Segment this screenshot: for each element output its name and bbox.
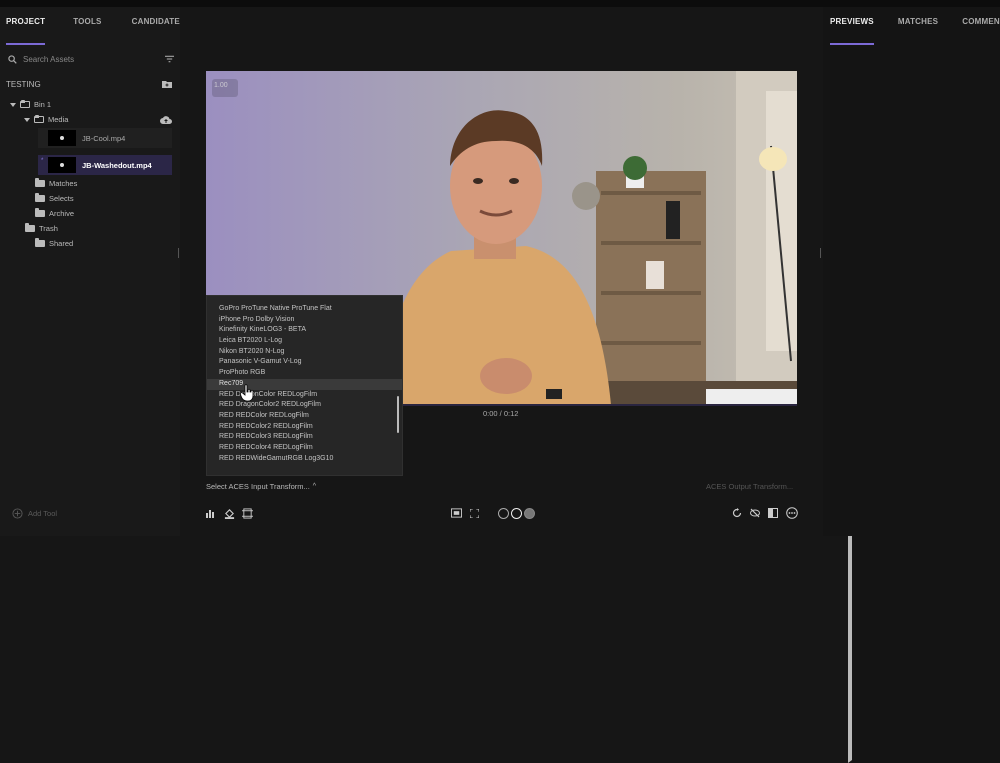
timecode: 0:00 / 0:12 — [483, 409, 519, 418]
tree-folder-matches[interactable]: Matches — [35, 176, 77, 191]
input-transform-select[interactable]: Select ACES Input Transform... ^ — [206, 482, 316, 491]
dropdown-option[interactable]: RED REDColor2 REDLogFilm — [207, 422, 402, 433]
tree-folder-archive[interactable]: Archive — [35, 206, 74, 221]
clip-thumbnail — [48, 157, 76, 173]
dropdown-option[interactable]: Kinefinity KineLOG3 - BETA — [207, 325, 402, 336]
compare-circle-3[interactable] — [524, 508, 535, 519]
tab-project[interactable]: PROJECT — [6, 7, 46, 45]
input-transform-label: Select ACES Input Transform... — [206, 482, 310, 491]
zoom-badge: 1.00 — [214, 82, 228, 89]
color-fill-icon[interactable] — [224, 508, 235, 519]
tree-bin[interactable]: Bin 1 — [10, 97, 51, 112]
tree-folder-trash[interactable]: Trash — [25, 221, 1000, 763]
add-circle-icon — [12, 508, 23, 519]
folder-icon — [34, 115, 44, 123]
tab-candidates[interactable]: CANDIDATES — [132, 7, 186, 37]
folder-label: Trash — [39, 224, 58, 233]
chevron-down-icon[interactable] — [10, 102, 16, 107]
folder-icon — [35, 238, 45, 247]
dropdown-option[interactable]: Panasonic V-Gamut V-Log — [207, 357, 402, 368]
add-tool-button[interactable]: Add Tool — [12, 508, 57, 519]
dropdown-option[interactable]: RED REDWideGamutRGB Log3G10 — [207, 454, 402, 465]
folder-icon — [35, 178, 45, 187]
clip-jb-washedout[interactable]: JB-Washedout.mp4 — [38, 155, 172, 175]
tab-matches[interactable]: MATCHES — [898, 7, 938, 37]
aspect-frame-icon[interactable] — [451, 508, 462, 518]
dropdown-scrollbar[interactable] — [397, 396, 399, 433]
dropdown-option[interactable]: RED REDColor3 REDLogFilm — [207, 432, 402, 443]
tab-previews[interactable]: PREVIEWS — [830, 7, 874, 45]
clip-name: JB-Cool.mp4 — [82, 133, 126, 143]
add-tool-label: Add Tool — [28, 509, 58, 518]
folder-label: Selects — [49, 194, 74, 203]
folder-label: Shared — [49, 239, 74, 248]
tree-folder-shared[interactable]: Shared — [35, 236, 73, 251]
clip-jb-cool[interactable]: JB-Cool.mp4 — [38, 128, 172, 148]
dropdown-option[interactable]: RED DragonColor2 REDLogFilm — [207, 400, 402, 411]
film-strip-icon[interactable] — [242, 508, 253, 519]
folder-label: Matches — [49, 179, 78, 188]
clip-name: JB-Washedout.mp4 — [82, 160, 152, 170]
dropdown-option-highlighted[interactable]: Rec709 — [207, 378, 402, 390]
folder-label: Archive — [49, 209, 75, 218]
new-folder-icon[interactable] — [162, 80, 172, 88]
dropdown-option[interactable]: RED REDColor4 REDLogFilm — [207, 443, 402, 454]
chevron-up-icon: ^ — [312, 483, 317, 490]
top-bar — [0, 0, 1000, 7]
star-icon: * — [41, 158, 44, 164]
search-icon — [8, 54, 17, 64]
filter-icon[interactable] — [165, 55, 174, 63]
histogram-icon[interactable] — [206, 509, 216, 518]
cloud-upload-icon[interactable] — [160, 116, 172, 124]
folder-icon — [20, 100, 30, 108]
tree-bin-label: Bin 1 — [34, 100, 52, 109]
dropdown-option[interactable]: ProPhoto RGB — [207, 368, 402, 379]
tree-media-label: Media — [48, 115, 69, 124]
split-view-icon[interactable] — [768, 508, 778, 518]
dropdown-option[interactable]: RED REDColor REDLogFilm — [207, 411, 402, 422]
folder-icon — [25, 223, 35, 232]
search-bar[interactable]: Search Assets — [8, 51, 174, 67]
tab-tools[interactable]: TOOLS — [73, 7, 101, 37]
chevron-down-icon[interactable] — [24, 117, 30, 122]
compare-circle-2[interactable] — [511, 508, 522, 519]
left-tabs: PROJECT TOOLS CANDIDATES — [6, 7, 186, 45]
right-panel — [823, 7, 1000, 536]
project-section: TESTING — [6, 80, 172, 89]
more-options-icon[interactable] — [786, 507, 798, 519]
input-transform-dropdown[interactable]: GoPro ProTune Native ProTune Flat iPhone… — [206, 295, 403, 476]
dropdown-option[interactable]: iPhone Pro Dolby Vision — [207, 315, 402, 326]
output-transform-select[interactable]: ACES Output Transform... — [706, 482, 793, 491]
folder-icon — [35, 193, 45, 202]
compare-circle-1[interactable] — [498, 508, 509, 519]
right-tabs: PREVIEWS MATCHES COMMENTS — [830, 7, 1000, 45]
dropdown-option[interactable]: Nikon BT2020 N-Log — [207, 347, 402, 358]
dropdown-option[interactable]: Leica BT2020 L-Log — [207, 336, 402, 347]
folder-icon — [35, 208, 45, 217]
search-input[interactable]: Search Assets — [23, 55, 165, 64]
tab-comments[interactable]: COMMENTS — [962, 7, 1000, 37]
dropdown-option[interactable]: GoPro ProTune Native ProTune Flat — [207, 304, 402, 315]
clip-thumbnail — [48, 130, 76, 146]
project-name: TESTING — [6, 80, 41, 89]
hand-cursor-icon — [240, 384, 254, 402]
tree-folder-selects[interactable]: Selects — [35, 191, 74, 206]
fullscreen-icon[interactable] — [470, 509, 479, 518]
tree-media[interactable]: Media — [24, 112, 68, 127]
refresh-icon[interactable] — [732, 508, 742, 518]
visibility-off-icon[interactable] — [750, 508, 760, 518]
dropdown-option[interactable]: RED DragonColor REDLogFilm — [207, 390, 402, 401]
